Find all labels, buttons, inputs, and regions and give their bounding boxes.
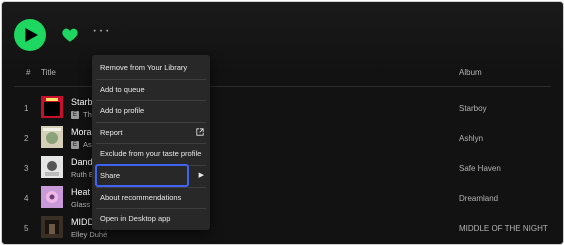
track-title[interactable]: Dand [71,157,93,167]
track-title[interactable]: Starb [71,97,93,107]
column-header-title[interactable]: Title [41,68,56,77]
menu-item-label: Report [100,128,123,137]
track-row-3[interactable]: 3 Dand Ruth E Safe Haven [2,156,563,184]
menu-item-add-to-profile[interactable]: Add to profile [92,100,210,121]
chevron-right-icon: ▶ [198,172,204,179]
menu-item-share[interactable]: Share [95,164,189,187]
track-artist-line: Glass [71,200,90,209]
playlist-view: ··· # Title Album 1 Starb E Th Starboy 2 … [1,1,564,245]
track-artist[interactable]: Elley Duhé [71,230,107,239]
track-row-2[interactable]: 2 Mora E As Ashlyn [2,126,563,154]
track-artist-line: Elley Duhé [71,230,107,239]
heart-icon [62,28,78,42]
track-row-4[interactable]: 4 Heat Glass Dreamland [2,186,563,214]
track-row-1[interactable]: 1 Starb E Th Starboy [2,96,563,124]
context-menu: Remove from Your Library Add to queue Ad… [92,55,210,230]
play-button[interactable] [14,19,46,51]
album-cover [41,216,63,238]
track-artist[interactable]: Glass [71,200,90,209]
track-album[interactable]: Dreamland [459,194,498,203]
track-artist-line: E Th [71,110,92,120]
track-number: 1 [24,104,29,113]
track-artist-line: Ruth E [71,170,94,179]
track-number: 4 [24,194,29,203]
track-artist[interactable]: Ruth E [71,170,94,179]
track-title[interactable]: Heat [71,187,90,197]
track-artist[interactable]: As [83,140,92,149]
external-link-icon [196,128,204,136]
track-artist-line: E As [71,140,92,150]
menu-item-open-in-desktop-app[interactable]: Open in Desktop app [92,208,210,229]
track-album[interactable]: Starboy [459,104,487,113]
track-album[interactable]: MIDDLE OF THE NIGHT [459,224,548,233]
menu-item-report[interactable]: Report [92,122,210,143]
album-cover [41,186,63,208]
track-title[interactable]: Mora [71,127,92,137]
explicit-badge: E [71,111,79,120]
share-submenu-arrow[interactable]: ▶ [188,165,210,186]
column-header-number: # [26,68,31,77]
like-button[interactable] [61,26,79,44]
track-number: 5 [24,224,29,233]
explicit-badge: E [71,141,79,150]
track-album[interactable]: Safe Haven [459,164,501,173]
more-options-button[interactable]: ··· [92,23,110,43]
menu-item-add-to-queue[interactable]: Add to queue [92,79,210,100]
album-cover [41,96,63,118]
play-icon [25,28,38,42]
menu-item-remove-from-library[interactable]: Remove from Your Library [92,57,210,78]
track-artist[interactable]: Th [83,110,92,119]
track-row-5[interactable]: 5 MIDD Elley Duhé MIDDLE OF THE NIGHT [2,216,563,244]
track-number: 3 [24,164,29,173]
album-cover [41,126,63,148]
column-header-album[interactable]: Album [459,68,482,77]
track-number: 2 [24,134,29,143]
track-title[interactable]: MIDD [71,217,94,227]
menu-item-exclude-from-taste-profile[interactable]: Exclude from your taste profile [92,143,210,164]
menu-item-about-recommendations[interactable]: About recommendations [92,187,210,208]
track-album[interactable]: Ashlyn [459,134,483,143]
album-cover [41,156,63,178]
